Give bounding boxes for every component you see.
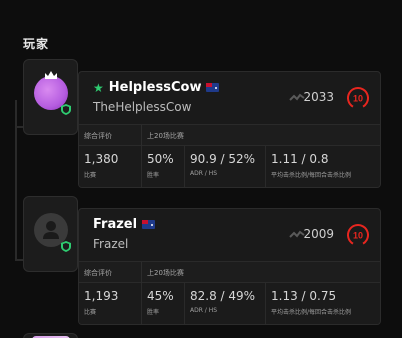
player-card[interactable]: Frazel Frazel 2009 10 综合评价 上20场比赛 1,193 … (78, 208, 381, 325)
stat-kd-kr: 1.11 / 0.8 平均击杀比例/每回合击杀比例 (271, 152, 352, 179)
player-avatar-box[interactable] (23, 59, 78, 135)
player-name[interactable]: ★ HelplessCow (93, 80, 220, 95)
tree-connector (15, 259, 23, 261)
elo-value: 2033 (303, 90, 334, 104)
australia-flag-icon (206, 83, 220, 92)
player-name-text: Frazel (93, 217, 138, 232)
stat-adr-hs: 90.9 / 52% ADR / HS (190, 152, 256, 177)
overall-label: 综合评价 (84, 132, 112, 140)
recent-label: 上20场比赛 (147, 269, 184, 277)
player-nickname: TheHelplessCow (93, 100, 192, 114)
player-avatar-box[interactable] (23, 196, 78, 272)
overall-label: 综合评价 (84, 269, 112, 277)
shield-badge-icon (61, 241, 71, 252)
tree-connector (15, 100, 17, 260)
crown-icon (45, 71, 57, 79)
stat-adr-hs: 82.8 / 49% ADR / HS (190, 289, 256, 314)
player-avatar-box[interactable] (23, 333, 78, 338)
player-nickname: Frazel (93, 237, 129, 251)
stat-winrate: 45% 胜率 (147, 289, 174, 316)
star-icon: ★ (93, 80, 104, 95)
tree-connector (15, 126, 23, 128)
stat-kd-kr: 1.13 / 0.75 平均击杀比例/每回合击杀比例 (271, 289, 352, 316)
recent-label: 上20场比赛 (147, 132, 184, 140)
player-name[interactable]: Frazel (93, 217, 156, 232)
shield-badge-icon (61, 104, 71, 115)
stat-matches: 1,193 比赛 (84, 289, 119, 316)
player-card[interactable]: ★ HelplessCow TheHelplessCow 2033 10 综合评… (78, 71, 381, 188)
stat-winrate: 50% 胜率 (147, 152, 174, 179)
stat-matches: 1,380 比赛 (84, 152, 119, 179)
level-number: 10 (353, 231, 363, 241)
section-title: 玩家 (23, 37, 50, 51)
level-number: 10 (353, 94, 363, 104)
level-ring-icon: 10 (347, 224, 369, 246)
player-name-text: HelplessCow (108, 80, 202, 95)
level-ring-icon: 10 (347, 87, 369, 109)
australia-flag-icon (142, 220, 156, 229)
elo-value: 2009 (303, 227, 334, 241)
